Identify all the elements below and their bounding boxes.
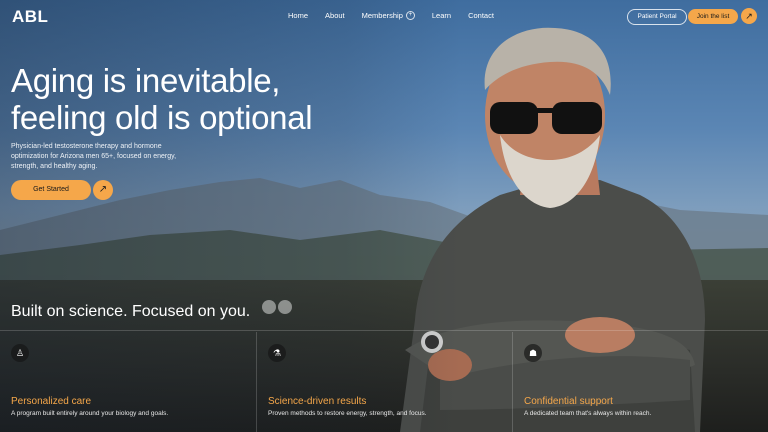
arrow-up-right-icon[interactable]: ↗	[93, 180, 113, 200]
features-row: ♙ Personalized care A program built enti…	[0, 332, 768, 432]
handshake-icon: ☗	[524, 344, 542, 362]
nav-about[interactable]: About	[325, 11, 345, 20]
hero-subtitle: Physician-led testosterone therapy and h…	[11, 143, 177, 170]
divider	[0, 330, 768, 331]
nav-membership[interactable]: Membership +	[362, 11, 415, 20]
arrow-up-right-icon[interactable]: ↗	[741, 8, 757, 24]
section-tagline: Built on science. Focused on you.	[11, 303, 251, 320]
carousel-dot[interactable]	[262, 300, 276, 314]
nav-contact[interactable]: Contact	[468, 11, 494, 20]
plus-icon: +	[405, 11, 415, 20]
feature-description: A program built entirely around your bio…	[11, 410, 169, 417]
hero-title-line2: feeling old is optional	[11, 99, 313, 136]
feature-personalized-care: ♙ Personalized care A program built enti…	[0, 332, 256, 432]
patient-portal-button[interactable]: Patient Portal	[627, 9, 687, 25]
microscope-icon: ⚗	[268, 344, 286, 362]
feature-title: Science-driven results	[268, 396, 367, 407]
join-list-button[interactable]: Join the list	[688, 9, 738, 24]
feature-title: Confidential support	[524, 396, 613, 407]
feature-description: Proven methods to restore energy, streng…	[268, 410, 427, 417]
get-started-button[interactable]: Get Started	[11, 180, 91, 200]
nav-learn[interactable]: Learn	[432, 11, 451, 20]
feature-description: A dedicated team that's always within re…	[524, 410, 652, 417]
main-nav: Home About Membership + Learn Contact	[288, 11, 511, 20]
carousel-dot[interactable]	[278, 300, 292, 314]
hero-title-line1: Aging is inevitable,	[11, 62, 281, 99]
carousel-dots	[262, 300, 292, 314]
logo[interactable]: ABL	[12, 7, 48, 27]
nav-home[interactable]: Home	[288, 11, 308, 20]
person-icon: ♙	[11, 344, 29, 362]
nav-membership-label: Membership	[361, 11, 403, 20]
feature-confidential-support: ☗ Confidential support A dedicated team …	[512, 332, 768, 432]
hero-title: Aging is inevitable, feeling old is opti…	[11, 62, 371, 136]
feature-science-driven-results: ⚗ Science-driven results Proven methods …	[256, 332, 513, 432]
feature-title: Personalized care	[11, 396, 92, 407]
